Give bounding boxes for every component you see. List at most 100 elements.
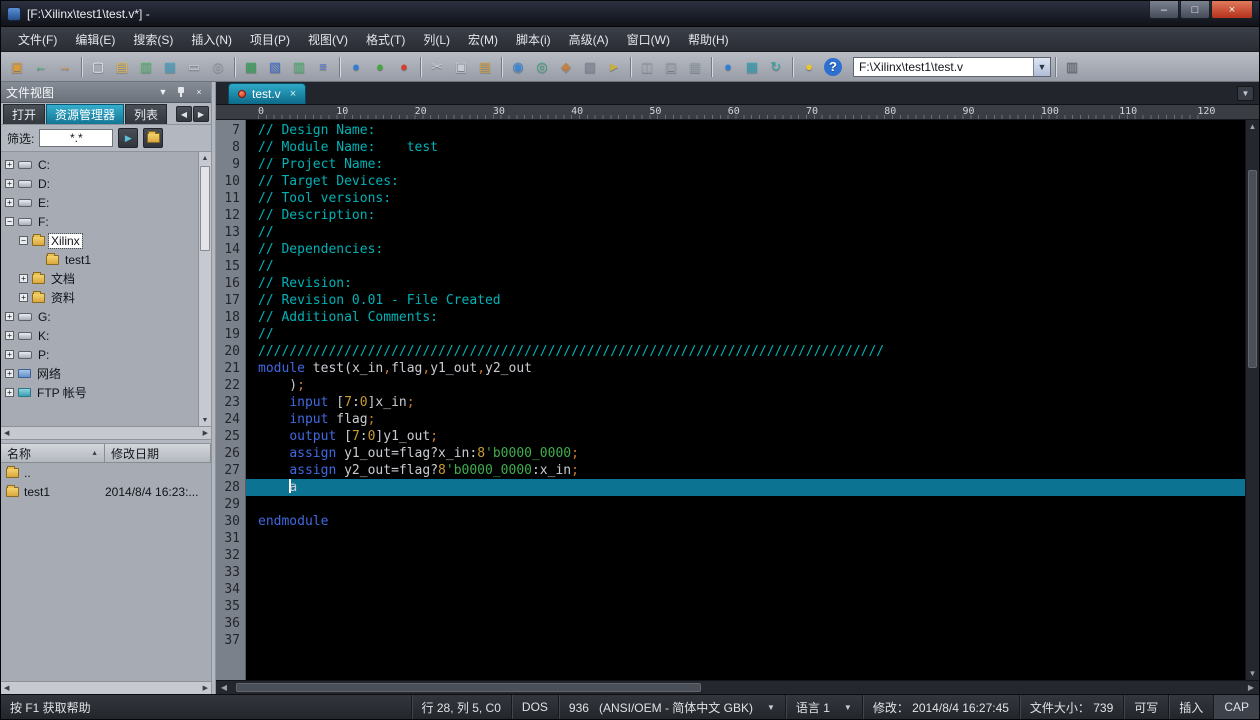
copy-icon[interactable]: ▣ bbox=[450, 56, 472, 78]
menu-item-3[interactable]: 插入(N) bbox=[182, 27, 241, 51]
column-header-date[interactable]: 修改日期 bbox=[105, 444, 211, 463]
code-line-8[interactable]: // Module Name: test bbox=[246, 139, 1245, 156]
refresh-icon[interactable]: ↻ bbox=[765, 56, 787, 78]
maximize-button[interactable]: □ bbox=[1180, 1, 1210, 19]
menu-item-1[interactable]: 编辑(E) bbox=[66, 27, 124, 51]
menu-item-8[interactable]: 宏(M) bbox=[459, 27, 507, 51]
scroll-up-icon[interactable]: ▲ bbox=[199, 152, 211, 164]
filter-apply-button[interactable]: ▶ bbox=[118, 128, 138, 148]
editor-vertical-scrollbar[interactable]: ▲ ▼ bbox=[1245, 120, 1259, 680]
tab-scroll-left-icon[interactable]: ◀ bbox=[176, 106, 192, 122]
tree-item-drive-f[interactable]: −F: bbox=[1, 212, 198, 231]
code-line-21[interactable]: module test(x_in,flag,y1_out,y2_out bbox=[246, 360, 1245, 377]
expand-icon[interactable]: + bbox=[5, 198, 14, 207]
save-all-icon[interactable]: ▦ bbox=[159, 56, 181, 78]
code-line-15[interactable]: // bbox=[246, 258, 1245, 275]
panel-close-icon[interactable]: × bbox=[192, 86, 206, 99]
forward-icon[interactable]: → bbox=[54, 56, 76, 78]
chevron-down-icon[interactable]: ▼ bbox=[767, 703, 775, 712]
replace-icon[interactable]: ◈ bbox=[555, 56, 577, 78]
status-caps-lock[interactable]: CAP bbox=[1213, 695, 1259, 719]
tree-item-drive-e[interactable]: +E: bbox=[1, 193, 198, 212]
editor-hscroll-thumb[interactable] bbox=[236, 683, 701, 692]
code-line-34[interactable] bbox=[246, 581, 1245, 598]
combo-dropdown-icon[interactable]: ▼ bbox=[1033, 58, 1050, 76]
sidebar-tab-list[interactable]: 列表 bbox=[125, 104, 167, 124]
code-line-18[interactable]: // Additional Comments: bbox=[246, 309, 1245, 326]
sidebar-tab-open[interactable]: 打开 bbox=[3, 104, 45, 124]
tree-item-xilinx[interactable]: −Xilinx bbox=[1, 231, 198, 250]
tree-item-drive-d[interactable]: +D: bbox=[1, 174, 198, 193]
code-line-35[interactable] bbox=[246, 598, 1245, 615]
code-line-27[interactable]: assign y2_out=flag?8'b0000_0000:x_in; bbox=[246, 462, 1245, 479]
expand-icon[interactable]: + bbox=[5, 179, 14, 188]
scroll-left-icon[interactable]: ◀ bbox=[216, 681, 232, 694]
tree-item-network[interactable]: +网络 bbox=[1, 364, 198, 383]
sidebar-horizontal-scrollbar[interactable]: ◀ ▶ bbox=[1, 681, 211, 694]
expand-icon[interactable]: + bbox=[5, 160, 14, 169]
chrome-browser-icon[interactable]: ● bbox=[393, 56, 415, 78]
tree-horizontal-scrollbar[interactable]: ◀ ▶ bbox=[1, 426, 211, 439]
ftp-icon[interactable]: ▦ bbox=[741, 56, 763, 78]
paste-icon[interactable]: ▤ bbox=[474, 56, 496, 78]
code-line-30[interactable]: endmodule bbox=[246, 513, 1245, 530]
menu-item-12[interactable]: 帮助(H) bbox=[679, 27, 738, 51]
html-tidy-icon[interactable]: ▧ bbox=[264, 56, 286, 78]
tree-item-docs[interactable]: +文档 bbox=[1, 269, 198, 288]
menu-item-5[interactable]: 视图(V) bbox=[299, 27, 357, 51]
collapse-icon[interactable]: − bbox=[19, 236, 28, 245]
menu-item-7[interactable]: 列(L) bbox=[414, 27, 459, 51]
file-row-0[interactable]: .. bbox=[1, 463, 211, 482]
new-file-icon[interactable]: ▢ bbox=[87, 56, 109, 78]
scroll-down-icon[interactable]: ▼ bbox=[199, 414, 211, 426]
tree-scroll-thumb[interactable] bbox=[200, 166, 210, 251]
status-encoding[interactable]: 936 (ANSI/OEM - 简体中文 GBK) ▼ bbox=[558, 695, 785, 719]
code-area[interactable]: // Design Name: // Module Name: test// P… bbox=[246, 120, 1245, 680]
document-tab[interactable]: test.v × bbox=[228, 83, 306, 104]
scroll-down-icon[interactable]: ▼ bbox=[1246, 667, 1259, 680]
status-writable[interactable]: 可写 bbox=[1123, 695, 1168, 719]
scroll-left-icon[interactable]: ◀ bbox=[4, 429, 9, 437]
code-line-31[interactable] bbox=[246, 530, 1245, 547]
find-in-files-icon[interactable]: ▨ bbox=[579, 56, 601, 78]
ie-browser-icon[interactable]: ● bbox=[345, 56, 367, 78]
word-wrap-icon[interactable]: ≡ bbox=[312, 56, 334, 78]
find-next-icon[interactable]: ◎ bbox=[531, 56, 553, 78]
minimize-button[interactable]: – bbox=[1149, 1, 1179, 19]
filter-input[interactable] bbox=[39, 129, 113, 147]
tab-close-icon[interactable]: × bbox=[290, 88, 296, 100]
editor-horizontal-scrollbar[interactable]: ◀ ▶ bbox=[216, 680, 1259, 694]
tile-windows-icon[interactable]: ▦ bbox=[684, 56, 706, 78]
code-line-13[interactable]: // bbox=[246, 224, 1245, 241]
code-line-19[interactable]: // bbox=[246, 326, 1245, 343]
code-line-37[interactable] bbox=[246, 632, 1245, 649]
expand-icon[interactable]: + bbox=[5, 369, 14, 378]
expand-icon[interactable]: + bbox=[5, 331, 14, 340]
expand-icon[interactable]: + bbox=[5, 388, 14, 397]
cut-icon[interactable]: ✂ bbox=[426, 56, 448, 78]
scroll-left-icon[interactable]: ◀ bbox=[4, 684, 9, 692]
tree-scroll-track[interactable] bbox=[199, 164, 211, 414]
code-line-7[interactable]: // Design Name: bbox=[246, 122, 1245, 139]
sidebar-tab-explorer[interactable]: 资源管理器 bbox=[46, 104, 124, 124]
window-list-icon[interactable]: ▥ bbox=[1061, 56, 1083, 78]
editor-vscroll-thumb[interactable] bbox=[1248, 170, 1257, 368]
tips-icon[interactable]: ● bbox=[798, 56, 820, 78]
tree-item-test1[interactable]: test1 bbox=[1, 250, 198, 269]
expand-icon[interactable]: + bbox=[5, 312, 14, 321]
status-insert-mode[interactable]: 插入 bbox=[1168, 695, 1213, 719]
split-window-icon[interactable]: ◫ bbox=[636, 56, 658, 78]
code-line-20[interactable]: ////////////////////////////////////////… bbox=[246, 343, 1245, 360]
back-icon[interactable]: ← bbox=[30, 56, 52, 78]
title-bar[interactable]: [F:\Xilinx\test1\test.v*] - – □ × bbox=[1, 1, 1259, 27]
column-mode-icon[interactable]: ▥ bbox=[288, 56, 310, 78]
menu-item-6[interactable]: 格式(T) bbox=[357, 27, 414, 51]
table-icon[interactable]: ▦ bbox=[240, 56, 262, 78]
tree-item-drive-p[interactable]: +P: bbox=[1, 345, 198, 364]
status-language[interactable]: 语言 1 ▼ bbox=[785, 695, 862, 719]
tab-list-dropdown-icon[interactable]: ▼ bbox=[1237, 86, 1254, 101]
tree-item-ftp-accounts[interactable]: +FTP 帐号 bbox=[1, 383, 198, 402]
tree-item-drive-k[interactable]: +K: bbox=[1, 326, 198, 345]
firefox-browser-icon[interactable]: ● bbox=[369, 56, 391, 78]
close-button[interactable]: × bbox=[1211, 1, 1253, 19]
